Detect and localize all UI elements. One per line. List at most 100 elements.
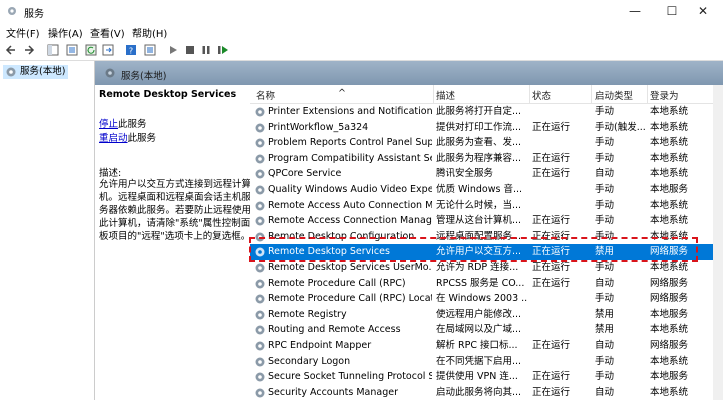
help-icon[interactable]: ?: [124, 43, 138, 57]
table-row[interactable]: Remote Procedure Call (RPC) RPCSS 服务是 CO.…: [250, 276, 723, 292]
service-gear-icon: [255, 310, 265, 320]
cell-name: Secure Socket Tunneling Protocol S...: [268, 371, 432, 383]
cell-startup-type: 禁用: [595, 324, 615, 336]
menu-view[interactable]: 查看(V): [90, 25, 125, 40]
table-row[interactable]: Routing and Remote Access 在局域网以及广域... 禁用 本地…: [250, 322, 723, 338]
service-gear-icon: [255, 138, 265, 148]
stop-service-icon[interactable]: [183, 43, 197, 57]
cell-startup-type: 手动: [595, 293, 615, 305]
cell-startup-type: 禁用: [595, 308, 615, 320]
table-row[interactable]: Remote Access Connection Manager 管理从这台计算机…: [250, 213, 723, 229]
service-gear-icon: [255, 107, 265, 117]
refresh-icon[interactable]: [84, 43, 98, 57]
table-row[interactable]: Secure Socket Tunneling Protocol S... 提供使…: [250, 369, 723, 385]
column-log-on-as[interactable]: 登录为: [650, 88, 679, 102]
cell-status: 正在运行: [532, 152, 571, 164]
column-startup-type[interactable]: 启动类型: [595, 88, 633, 102]
stop-suffix: 此服务: [118, 119, 147, 130]
start-service-icon[interactable]: [166, 43, 180, 57]
cell-log-on-as: 本地系统: [650, 121, 689, 133]
cell-description: 优质 Windows 音...: [436, 184, 523, 195]
menu-action[interactable]: 操作(A): [48, 25, 83, 40]
restart-service-link[interactable]: 重启动: [99, 133, 128, 144]
menu-file[interactable]: 文件(F): [6, 25, 40, 40]
cell-description: 提供使用 VPN 连...: [436, 371, 518, 383]
service-gear-icon: [255, 341, 265, 351]
description-label: 描述:: [99, 168, 122, 179]
pane-header-title: 服务(本地): [121, 71, 167, 82]
cell-log-on-as: 本地系统: [650, 355, 689, 367]
restart-service-icon[interactable]: [216, 43, 230, 57]
cell-description: 在 Windows 2003 ...: [436, 293, 528, 305]
svg-text:?: ?: [129, 47, 133, 56]
cell-name: Remote Access Auto Connection M...: [268, 199, 432, 211]
main-pane: 服务(本地) Remote Desktop Services 停止此服务 重启动…: [95, 61, 723, 400]
column-header-row: ^ 名称 描述 状态 启动类型 登录为: [250, 85, 723, 104]
cell-log-on-as: 本地系统: [650, 215, 689, 227]
cell-status: 正在运行: [532, 262, 571, 273]
table-row[interactable]: RPC Endpoint Mapper 解析 RPC 接口标... 正在运行 自动 网络…: [250, 338, 723, 354]
cell-name: PrintWorkflow_5a324: [268, 121, 369, 133]
tree-item-services-local[interactable]: 服务(本地): [3, 65, 69, 79]
cell-name: Remote Procedure Call (RPC): [268, 277, 406, 289]
cell-startup-type: 自动: [595, 168, 615, 180]
selected-service-name: Remote Desktop Services: [99, 89, 237, 100]
description-text: 允许用户以交互方式连接到远程计算机。远程桌面和远程桌面会话主机服务器依赖此服务。…: [99, 179, 252, 242]
vertical-scrollbar[interactable]: [713, 85, 723, 400]
table-row[interactable]: Printer Extensions and Notifications 此服务将…: [250, 104, 723, 120]
cell-startup-type: 手动: [595, 355, 615, 367]
console-tree-icon[interactable]: [46, 43, 60, 57]
services-gear-icon: [8, 7, 16, 15]
cell-log-on-as: 本地系统: [650, 262, 689, 273]
export-list-icon[interactable]: [101, 43, 115, 57]
cell-log-on-as: 本地系统: [650, 168, 689, 180]
close-button[interactable]: ✕: [683, 0, 723, 22]
table-row[interactable]: Remote Registry 使远程用户能修改... 禁用 本地服务: [250, 307, 723, 323]
cell-startup-type: 手动(触发...: [595, 121, 646, 133]
back-arrow-icon[interactable]: [4, 43, 18, 57]
cell-description: 启动此服务将向其...: [436, 386, 522, 398]
cell-description: RPCSS 服务是 CO...: [436, 277, 525, 289]
table-row[interactable]: Remote Desktop Services UserMo... 允许为 RDP…: [250, 260, 723, 276]
stop-action: 停止此服务: [99, 116, 147, 130]
stop-service-link[interactable]: 停止: [99, 119, 118, 130]
cell-status: 正在运行: [532, 277, 571, 289]
cell-log-on-as: 本地系统: [650, 386, 689, 398]
cell-startup-type: 手动: [595, 137, 615, 149]
table-row[interactable]: Security Accounts Manager 启动此服务将向其... 正在运行…: [250, 385, 723, 400]
menu-help[interactable]: 帮助(H): [132, 25, 167, 40]
cell-log-on-as: 本地系统: [650, 152, 689, 164]
cell-status: 正在运行: [532, 371, 571, 383]
cell-startup-type: 手动: [595, 152, 615, 164]
cell-name: Quality Windows Audio Video Expe...: [268, 184, 432, 195]
table-row[interactable]: Remote Access Auto Connection M... 无论什么时候…: [250, 198, 723, 214]
table-row[interactable]: Quality Windows Audio Video Expe... 优质 Wi…: [250, 182, 723, 198]
service-detail-panel: Remote Desktop Services 停止此服务 重启动 此服务 描述:…: [95, 85, 252, 400]
table-row[interactable]: Remote Procedure Call (RPC) Locator 在 Win…: [250, 291, 723, 307]
table-row[interactable]: PrintWorkflow_5a324 提供对打印工作流... 正在运行 手动(触发.…: [250, 120, 723, 136]
cell-log-on-as: 本地系统: [650, 106, 689, 117]
cell-name: Remote Access Connection Manager: [268, 215, 432, 227]
table-row[interactable]: Problem Reports Control Panel Sup... 此服务为…: [250, 135, 723, 151]
table-row[interactable]: Secondary Logon 在不同凭据下启用... 手动 本地系统: [250, 354, 723, 370]
column-description[interactable]: 描述: [436, 88, 455, 102]
cell-name: Remote Desktop Services UserMo...: [268, 262, 432, 273]
column-status[interactable]: 状态: [532, 88, 551, 102]
properties-list-icon[interactable]: [65, 43, 79, 57]
sort-ascending-icon: ^: [338, 88, 346, 99]
cell-description: 此服务将打开自定...: [436, 106, 522, 117]
pause-service-icon[interactable]: [199, 43, 213, 57]
menu-bar: 文件(F) 操作(A) 查看(V) 帮助(H): [0, 22, 723, 40]
cell-status: 正在运行: [532, 386, 571, 398]
table-row[interactable]: Program Compatibility Assistant Se... 此服务…: [250, 151, 723, 167]
cell-description: 使远程用户能修改...: [436, 308, 522, 320]
cell-name: RPC Endpoint Mapper: [268, 340, 372, 351]
forward-arrow-icon[interactable]: [22, 43, 36, 57]
view-icon[interactable]: [143, 43, 157, 57]
column-name[interactable]: 名称: [256, 88, 275, 102]
cell-startup-type: 自动: [595, 386, 615, 398]
table-row[interactable]: QPCore Service 腾讯安全服务 正在运行 自动 本地系统: [250, 166, 723, 182]
cell-name: Program Compatibility Assistant Se...: [268, 152, 432, 164]
cell-status: 正在运行: [532, 168, 571, 180]
minimize-button[interactable]: —: [615, 0, 655, 22]
